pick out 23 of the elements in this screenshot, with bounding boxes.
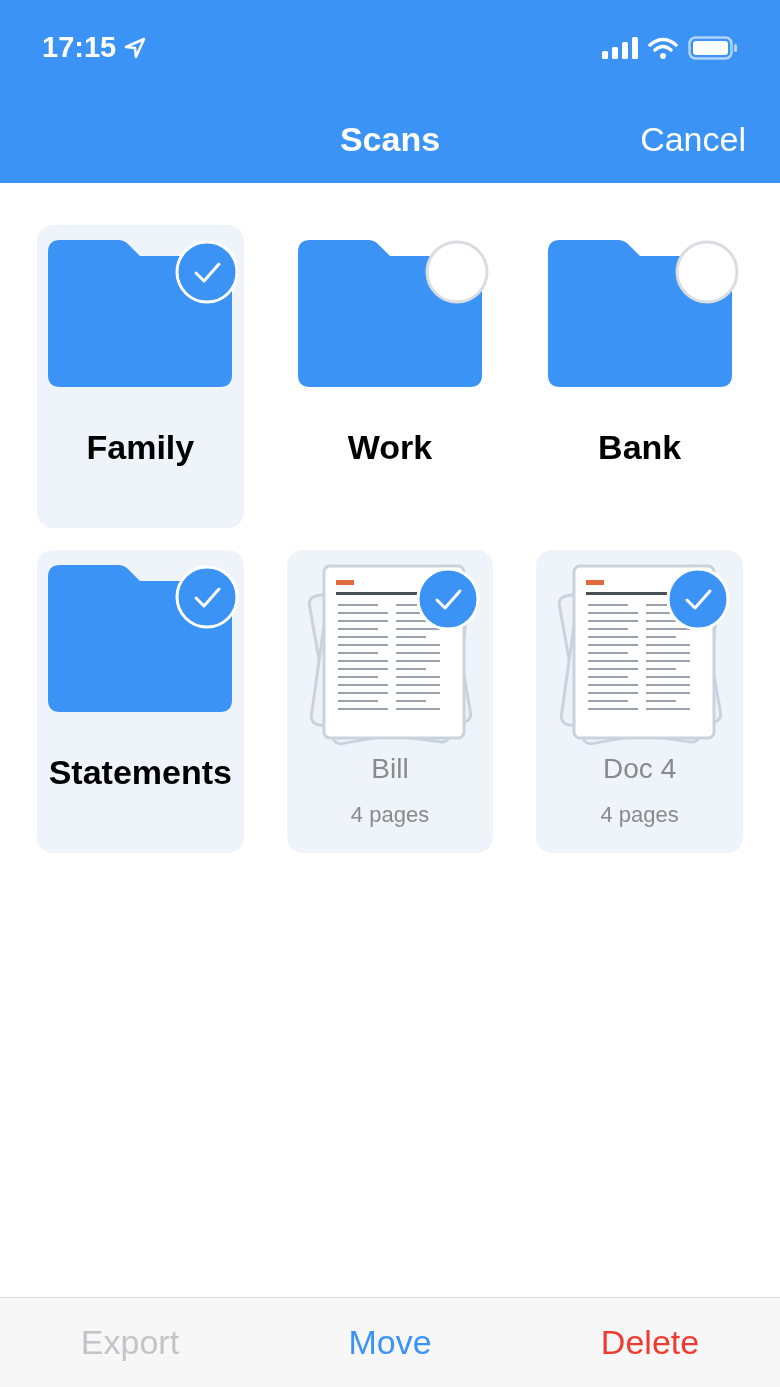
folder-card[interactable]: Statements [37,550,244,853]
page-count: 4 pages [600,801,679,829]
folder-name: Statements [48,752,232,793]
document-name: Doc 4 [603,752,677,786]
location-arrow-icon [124,36,147,59]
document-card[interactable]: Doc 4 4 pages [536,550,743,853]
toolbar-button[interactable]: Move [348,1317,432,1368]
status-time: 17:15 [42,29,117,65]
toolbar-button[interactable]: Delete [600,1317,700,1368]
signal-icon [602,36,638,59]
document-card[interactable]: Bill 4 pages [286,550,494,853]
battery-icon [688,35,738,60]
folder-name: Bank [598,427,682,468]
cancel-button[interactable]: Cancel [640,113,746,165]
selection-check-icon[interactable] [425,240,489,304]
folder-name: Family [86,427,195,468]
folder-name: Work [347,427,433,468]
wifi-icon [648,36,678,59]
folder-card[interactable]: Family [37,225,244,528]
document-name: Bill [371,752,409,786]
nav-title: Scans [339,118,441,160]
page-count: 4 pages [350,801,430,829]
selection-check-icon[interactable] [674,240,739,304]
